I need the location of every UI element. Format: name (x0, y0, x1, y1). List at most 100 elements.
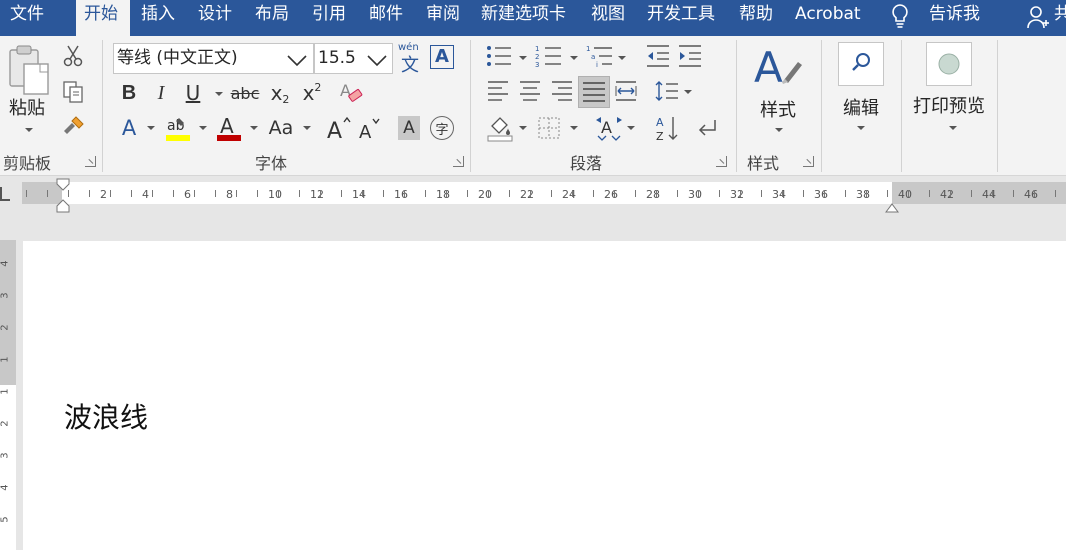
chinese-layout-dropdown-caret[interactable] (627, 126, 635, 130)
tab-insert[interactable]: 插入 (141, 0, 175, 36)
font-color-dropdown-caret[interactable] (250, 126, 258, 130)
print-preview-button[interactable] (926, 42, 972, 86)
text-effects-icon[interactable]: A (117, 114, 141, 142)
change-case-button[interactable]: Aa (266, 114, 296, 142)
align-center-icon[interactable] (518, 80, 542, 106)
highlight-icon[interactable]: ab (164, 114, 192, 146)
multilevel-list-icon[interactable]: 1ai (586, 44, 614, 72)
chevron-down-icon[interactable] (367, 52, 387, 71)
tab-acrobat[interactable]: Acrobat (795, 0, 861, 36)
tab-review[interactable]: 审阅 (426, 0, 460, 36)
document-text[interactable]: 波浪线 (64, 396, 148, 436)
sort-icon[interactable]: AZ (654, 114, 680, 146)
editing-button-label[interactable]: 编辑 (843, 94, 879, 120)
chinese-layout-icon[interactable]: A (594, 114, 624, 146)
paste-label[interactable]: 粘贴 (9, 94, 45, 120)
vertical-ruler-tick-label: 3 (0, 292, 11, 299)
character-border-icon[interactable]: A (430, 45, 454, 69)
tab-references[interactable]: 引用 (312, 0, 346, 36)
lightbulb-icon[interactable] (889, 2, 911, 34)
enclose-characters-icon[interactable]: 字 (430, 116, 454, 140)
align-right-icon[interactable] (550, 80, 574, 106)
styles-gallery-icon[interactable]: A (754, 42, 804, 94)
ruler-tick-label: 46 (1024, 188, 1038, 201)
show-paragraph-marks-icon[interactable] (695, 116, 721, 144)
highlight-dropdown-caret[interactable] (199, 126, 207, 130)
share-button[interactable]: 共 (1054, 0, 1066, 36)
tab-mailings[interactable]: 邮件 (369, 0, 403, 36)
line-spacing-icon[interactable] (654, 80, 680, 106)
tab-home[interactable]: 开始 (76, 0, 130, 36)
copy-icon[interactable] (62, 80, 84, 108)
cut-icon[interactable] (62, 44, 84, 72)
tab-stop-selector[interactable] (0, 187, 10, 201)
ruler-tick-mark (740, 190, 741, 197)
bullets-icon[interactable] (485, 44, 513, 72)
subscript-button[interactable]: x2 (268, 80, 292, 106)
chevron-down-icon[interactable] (287, 52, 307, 71)
font-name-combo[interactable]: 等线 (中文正文) (113, 43, 314, 74)
text-effects-dropdown-caret[interactable] (147, 126, 155, 130)
ruler-tick-label: 24 (562, 188, 576, 201)
tab-view[interactable]: 视图 (591, 0, 625, 36)
clear-formatting-icon[interactable]: A (338, 80, 364, 110)
font-color-icon[interactable]: A (215, 114, 243, 146)
underline-button[interactable]: U (182, 80, 204, 106)
ruler-tick-mark (1013, 190, 1014, 197)
ruler-tick-label: 14 (352, 188, 366, 201)
tab-developer[interactable]: 开发工具 (647, 0, 715, 36)
tab-help[interactable]: 帮助 (739, 0, 773, 36)
format-painter-icon[interactable] (62, 114, 86, 142)
editing-dropdown-caret[interactable] (857, 126, 865, 130)
paste-dropdown-caret[interactable] (25, 128, 33, 132)
underline-dropdown-caret[interactable] (215, 92, 223, 96)
decrease-indent-icon[interactable] (645, 44, 671, 72)
share-user-icon[interactable] (1026, 4, 1050, 34)
increase-indent-icon[interactable] (677, 44, 703, 72)
character-shading-icon[interactable]: A (398, 116, 420, 140)
svg-text:1: 1 (535, 45, 539, 53)
clipboard-dialog-launcher[interactable] (85, 156, 96, 167)
print-preview-label[interactable]: 打印预览 (913, 92, 985, 118)
tab-layout[interactable]: 布局 (255, 0, 289, 36)
strikethrough-button[interactable]: abc (231, 80, 260, 106)
styles-button-label[interactable]: 样式 (760, 96, 796, 122)
shading-icon[interactable] (486, 114, 514, 146)
phonetic-guide-icon[interactable]: 文 (401, 51, 419, 77)
styles-dropdown-caret[interactable] (775, 128, 783, 132)
right-indent-marker[interactable] (885, 198, 899, 217)
superscript-button[interactable]: x2 (300, 80, 324, 106)
tab-new-tab[interactable]: 新建选项卡 (481, 0, 566, 36)
italic-button[interactable]: I (150, 80, 172, 106)
multilevel-dropdown-caret[interactable] (618, 56, 626, 60)
borders-dropdown-caret[interactable] (570, 126, 578, 130)
ruler-tick-mark (278, 190, 279, 197)
line-spacing-dropdown-caret[interactable] (684, 90, 692, 94)
tab-design[interactable]: 设计 (198, 0, 232, 36)
vertical-ruler-tick-label: 5 (0, 516, 11, 523)
shading-dropdown-caret[interactable] (519, 126, 527, 130)
shrink-font-icon[interactable]: A (357, 114, 383, 146)
editing-button[interactable] (838, 42, 884, 86)
change-case-dropdown-caret[interactable] (303, 126, 311, 130)
distributed-align-icon[interactable] (614, 80, 638, 106)
borders-icon[interactable] (537, 116, 561, 144)
document-page[interactable] (23, 241, 1066, 550)
first-line-indent-marker[interactable] (56, 178, 70, 218)
bold-button[interactable]: B (118, 80, 140, 106)
print-preview-dropdown-caret[interactable] (949, 126, 957, 130)
numbering-icon[interactable]: 123 (535, 44, 563, 72)
ruler-tick-mark (845, 190, 846, 197)
paste-icon[interactable] (6, 42, 52, 102)
grow-font-icon[interactable]: A (325, 114, 351, 146)
justify-button[interactable] (578, 76, 610, 108)
styles-dialog-launcher[interactable] (803, 156, 814, 167)
tell-me-search[interactable]: 告诉我 (929, 0, 980, 36)
search-icon (852, 53, 870, 71)
align-left-icon[interactable] (486, 80, 510, 106)
bullets-dropdown-caret[interactable] (519, 56, 527, 60)
paragraph-dialog-launcher[interactable] (716, 156, 727, 167)
font-dialog-launcher[interactable] (453, 156, 464, 167)
numbering-dropdown-caret[interactable] (570, 56, 578, 60)
tab-file[interactable]: 文件 (10, 0, 44, 36)
